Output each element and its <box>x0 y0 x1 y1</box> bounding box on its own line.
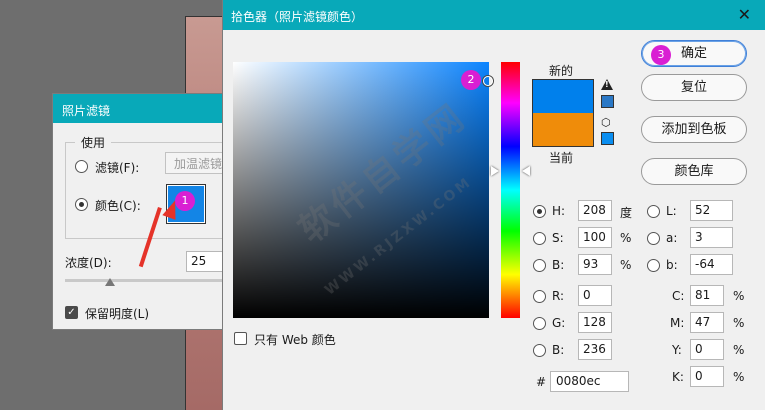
use-group-label: 使用 <box>75 134 112 151</box>
k-unit: % <box>733 370 745 384</box>
hue-slider[interactable] <box>501 62 520 318</box>
gamut-color-swatch[interactable] <box>601 95 614 108</box>
lab-b-radio[interactable] <box>647 259 660 272</box>
y-unit: % <box>733 343 745 357</box>
photo-filter-dialog: 照片滤镜 使用 滤镜(F): 加温滤镜 颜色(C): 浓度(D): 25 ✓ 保… <box>52 93 235 330</box>
blue-label: B: <box>552 343 565 357</box>
color-picker-dialog: 拾色器（照片滤镜颜色） ✕ 2 新的 当前 ⬡ 确定 3 复位 添加到色板 颜色… <box>222 0 765 410</box>
r-radio[interactable] <box>533 290 546 303</box>
hue-slider-right-handle[interactable] <box>522 166 530 176</box>
brightness-input[interactable]: 93 <box>578 254 612 275</box>
web-colors-only-label: 只有 Web 颜色 <box>254 333 336 347</box>
current-color-label: 当前 <box>549 151 574 165</box>
web-safe-color-swatch[interactable] <box>601 132 614 145</box>
density-slider-track[interactable] <box>65 279 230 282</box>
color-picker-title: 拾色器（照片滤镜颜色） <box>231 10 364 24</box>
g-input[interactable]: 128 <box>578 312 612 333</box>
color-picker-marker[interactable] <box>483 76 493 86</box>
out-of-gamut-warning-icon[interactable] <box>601 79 613 90</box>
density-label: 浓度(D): <box>65 256 112 270</box>
a-input[interactable]: 3 <box>690 227 733 248</box>
l-radio[interactable] <box>647 205 660 218</box>
new-color-label: 新的 <box>549 64 574 78</box>
l-label: L: <box>666 204 677 218</box>
y-label: Y: <box>672 343 682 357</box>
hex-input[interactable]: 0080ec <box>550 371 629 392</box>
blue-input[interactable]: 236 <box>578 339 612 360</box>
m-label: M: <box>670 316 685 330</box>
blue-radio[interactable] <box>533 344 546 357</box>
color-radio[interactable] <box>75 198 88 211</box>
c-input[interactable]: 81 <box>690 285 724 306</box>
h-unit: 度 <box>620 206 633 220</box>
density-slider-thumb[interactable] <box>105 278 115 286</box>
brightness-unit: % <box>620 258 632 272</box>
filter-radio[interactable] <box>75 160 88 173</box>
close-icon[interactable]: ✕ <box>738 5 751 24</box>
brightness-label: B: <box>552 258 565 272</box>
h-input[interactable]: 208 <box>578 200 612 221</box>
filter-radio-label: 滤镜(F): <box>95 161 140 175</box>
color-radio-label: 颜色(C): <box>95 199 141 213</box>
a-radio[interactable] <box>647 232 660 245</box>
a-label: a: <box>666 231 678 245</box>
annotation-badge-2: 2 <box>461 70 481 90</box>
m-unit: % <box>733 316 745 330</box>
brightness-radio[interactable] <box>533 259 546 272</box>
r-label: R: <box>552 289 565 303</box>
color-libraries-button[interactable]: 颜色库 <box>641 158 747 185</box>
hue-slider-left-handle[interactable] <box>491 166 499 176</box>
current-color-swatch[interactable] <box>532 113 594 147</box>
hex-label: # <box>536 375 547 389</box>
s-radio[interactable] <box>533 232 546 245</box>
preserve-luminosity-checkbox[interactable]: ✓ <box>65 306 78 319</box>
c-unit: % <box>733 289 745 303</box>
reset-button[interactable]: 复位 <box>641 74 747 101</box>
color-picker-titlebar: 拾色器（照片滤镜颜色） ✕ <box>223 0 765 30</box>
h-radio[interactable] <box>533 205 546 218</box>
g-label: G: <box>552 316 566 330</box>
preserve-luminosity-label: 保留明度(L) <box>85 307 150 321</box>
photo-filter-title: 照片滤镜 <box>53 94 226 123</box>
s-unit: % <box>620 231 632 245</box>
k-label: K: <box>672 370 684 384</box>
saturation-brightness-field[interactable] <box>233 62 489 318</box>
lab-b-input[interactable]: -64 <box>690 254 733 275</box>
m-input[interactable]: 47 <box>690 312 724 333</box>
r-input[interactable]: 0 <box>578 285 612 306</box>
s-label: S: <box>552 231 564 245</box>
y-input[interactable]: 0 <box>690 339 724 360</box>
c-label: C: <box>672 289 685 303</box>
web-colors-only-checkbox[interactable] <box>234 332 247 345</box>
web-safe-cube-icon[interactable]: ⬡ <box>601 117 613 129</box>
annotation-badge-3: 3 <box>651 45 671 65</box>
k-input[interactable]: 0 <box>690 366 724 387</box>
h-label: H: <box>552 204 566 218</box>
add-to-swatches-button[interactable]: 添加到色板 <box>641 116 747 143</box>
new-color-swatch <box>532 79 594 113</box>
lab-b-label: b: <box>666 258 678 272</box>
g-radio[interactable] <box>533 317 546 330</box>
s-input[interactable]: 100 <box>578 227 612 248</box>
l-input[interactable]: 52 <box>690 200 733 221</box>
